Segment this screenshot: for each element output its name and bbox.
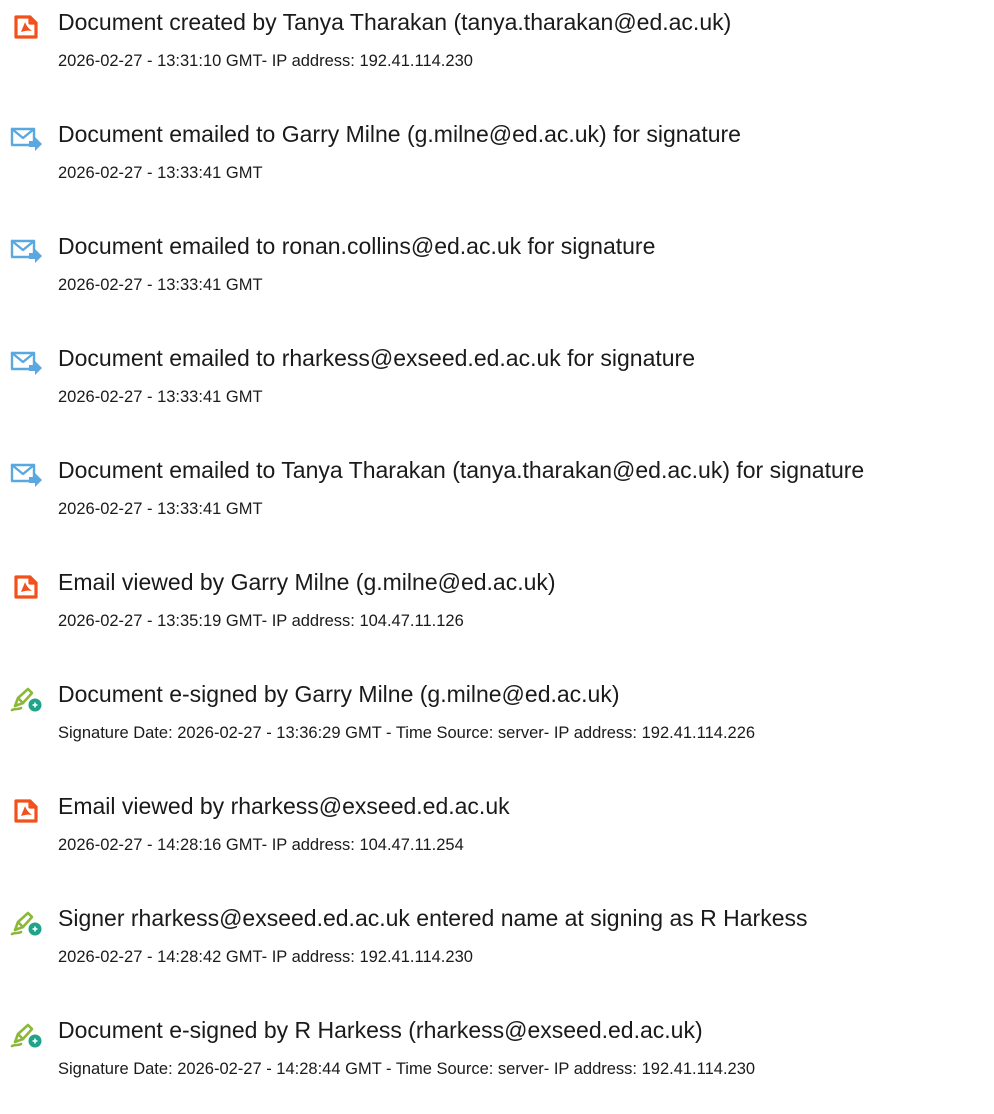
event-title: Document e-signed by R Harkess (rharkess… <box>58 1017 703 1043</box>
event-title: Document emailed to Garry Milne (g.milne… <box>58 121 741 147</box>
event-title: Document created by Tanya Tharakan (tany… <box>58 9 732 35</box>
audit-event: Document emailed to Tanya Tharakan (tany… <box>0 454 994 554</box>
event-title: Document emailed to rharkess@exseed.ed.a… <box>58 345 696 371</box>
event-title: Email viewed by Garry Milne (g.milne@ed.… <box>58 569 556 595</box>
event-timestamp: Signature Date: 2026-02-27 - 13:36:29 GM… <box>58 724 756 742</box>
event-title: Signer rharkess@exseed.ed.ac.uk entered … <box>58 905 808 931</box>
event-timestamp: 2026-02-27 - 13:33:41 GMT <box>58 388 263 406</box>
event-timestamp: Signature Date: 2026-02-27 - 14:28:44 GM… <box>58 1060 756 1078</box>
audit-event: Document emailed to rharkess@exseed.ed.a… <box>0 342 994 442</box>
pdf-document-icon <box>9 796 43 826</box>
event-timestamp: 2026-02-27 - 13:33:41 GMT <box>58 500 263 518</box>
email-sent-icon <box>9 236 43 266</box>
e-sign-pen-icon <box>9 684 43 714</box>
event-title: Email viewed by rharkess@exseed.ed.ac.uk <box>58 793 510 819</box>
email-sent-icon <box>9 124 43 154</box>
event-timestamp: 2026-02-27 - 14:28:16 GMT- IP address: 1… <box>58 836 464 854</box>
email-sent-icon <box>9 460 43 490</box>
email-sent-icon <box>9 348 43 378</box>
audit-event: Signer rharkess@exseed.ed.ac.uk entered … <box>0 902 994 1002</box>
audit-event: Document emailed to ronan.collins@ed.ac.… <box>0 230 994 330</box>
e-sign-pen-icon <box>9 908 43 938</box>
audit-event: Document e-signed by Garry Milne (g.miln… <box>0 678 994 778</box>
audit-event: Email viewed by Garry Milne (g.milne@ed.… <box>0 566 994 666</box>
pdf-document-icon <box>9 12 43 42</box>
audit-trail-list: Document created by Tanya Tharakan (tany… <box>0 0 994 1105</box>
pdf-document-icon <box>9 572 43 602</box>
audit-event: Document created by Tanya Tharakan (tany… <box>0 6 994 106</box>
event-timestamp: 2026-02-27 - 14:28:42 GMT- IP address: 1… <box>58 948 473 966</box>
audit-event: Document e-signed by R Harkess (rharkess… <box>0 1014 994 1114</box>
event-title: Document e-signed by Garry Milne (g.miln… <box>58 681 620 707</box>
event-timestamp: 2026-02-27 - 13:33:41 GMT <box>58 164 263 182</box>
event-title: Document emailed to Tanya Tharakan (tany… <box>58 457 865 483</box>
event-title: Document emailed to ronan.collins@ed.ac.… <box>58 233 656 259</box>
audit-event: Document emailed to Garry Milne (g.milne… <box>0 118 994 218</box>
e-sign-pen-icon <box>9 1020 43 1050</box>
event-timestamp: 2026-02-27 - 13:31:10 GMT- IP address: 1… <box>58 52 473 70</box>
audit-event: Email viewed by rharkess@exseed.ed.ac.uk… <box>0 790 994 890</box>
event-timestamp: 2026-02-27 - 13:35:19 GMT- IP address: 1… <box>58 612 464 630</box>
event-timestamp: 2026-02-27 - 13:33:41 GMT <box>58 276 263 294</box>
